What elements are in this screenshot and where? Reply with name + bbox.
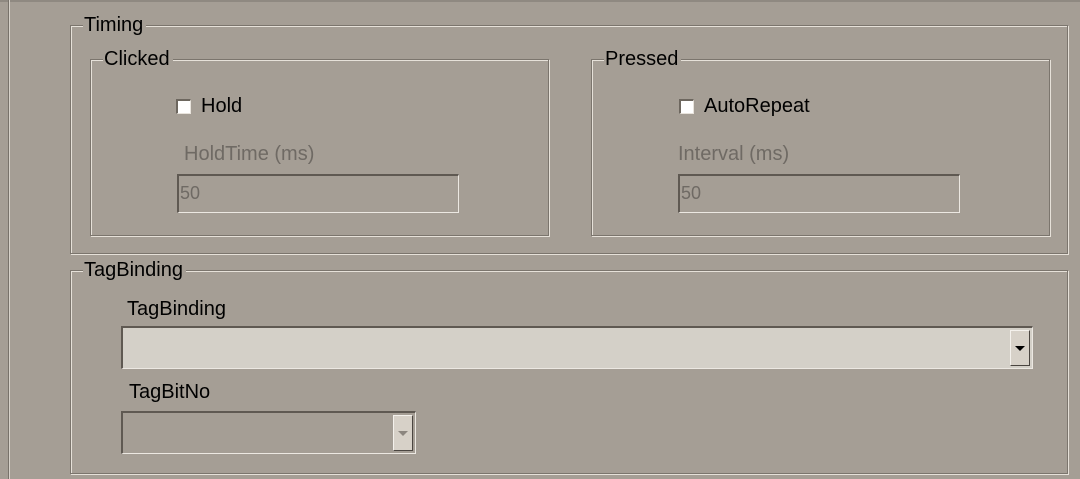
clicked-group-title: Clicked bbox=[103, 47, 173, 71]
pressed-group: Pressed AutoRepeat Interval (ms) 50 bbox=[591, 47, 1050, 236]
tagbitno-select-field bbox=[123, 413, 415, 453]
tagbitno-label: TagBitNo bbox=[129, 381, 211, 403]
tagbinding-select-field[interactable] bbox=[123, 328, 1032, 368]
tagbitno-dropdown-button bbox=[393, 415, 413, 451]
tagbinding-group: TagBinding TagBinding TagBitNo bbox=[70, 258, 1068, 474]
interval-value: 50 bbox=[681, 183, 702, 203]
hold-checkbox-label[interactable]: Hold bbox=[201, 94, 242, 118]
hold-time-label: HoldTime (ms) bbox=[184, 143, 315, 165]
hold-time-input: 50 bbox=[177, 174, 459, 213]
top-divider bbox=[0, 0, 1080, 2]
tagbinding-group-title: TagBinding bbox=[83, 258, 186, 282]
timing-group-title: Timing bbox=[83, 13, 147, 37]
autorepeat-checkbox[interactable] bbox=[679, 98, 694, 114]
hold-checkbox[interactable] bbox=[176, 98, 191, 114]
autorepeat-checkbox-label[interactable]: AutoRepeat bbox=[704, 94, 810, 118]
chevron-down-icon bbox=[398, 430, 408, 436]
interval-input: 50 bbox=[678, 174, 960, 213]
tagbinding-dropdown-button[interactable] bbox=[1010, 330, 1030, 366]
clicked-group: Clicked Hold HoldTime (ms) 50 bbox=[90, 47, 549, 236]
hold-time-value: 50 bbox=[180, 183, 201, 203]
hold-checkbox-row[interactable]: Hold bbox=[176, 94, 242, 118]
autorepeat-checkbox-row[interactable]: AutoRepeat bbox=[679, 94, 810, 118]
properties-panel: Timing Clicked Hold HoldTime (ms) 50 Pre… bbox=[0, 0, 1080, 479]
chevron-down-icon bbox=[1015, 345, 1025, 351]
left-divider-highlight bbox=[9, 0, 10, 479]
tagbinding-label: TagBinding bbox=[127, 298, 226, 320]
tagbinding-select[interactable] bbox=[121, 326, 1033, 369]
timing-group: Timing Clicked Hold HoldTime (ms) 50 Pre… bbox=[70, 13, 1068, 254]
tagbitno-select bbox=[121, 411, 416, 454]
pressed-group-title: Pressed bbox=[604, 47, 682, 71]
interval-label: Interval (ms) bbox=[678, 143, 790, 165]
